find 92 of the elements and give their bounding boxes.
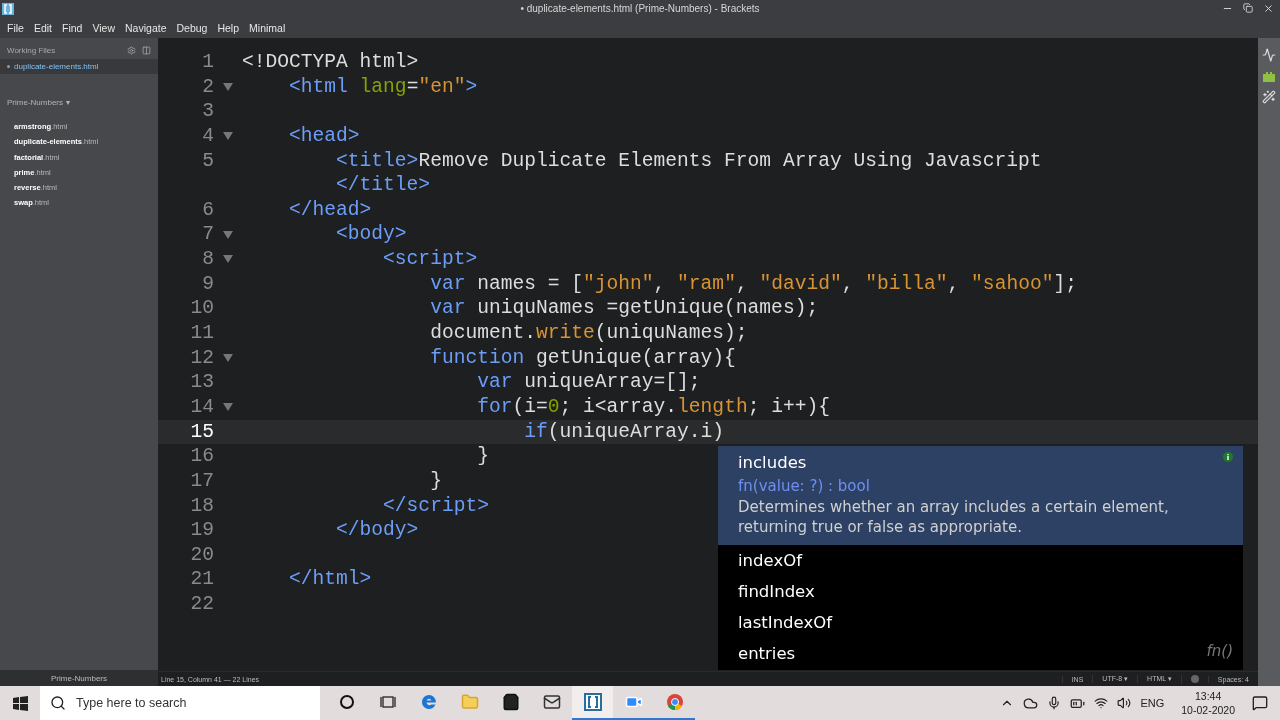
line-number: 15 — [189, 419, 214, 445]
app-logo-icon — [2, 2, 14, 15]
windows-start-icon[interactable] — [12, 695, 28, 711]
line-number: 7 — [201, 222, 214, 248]
line-number: 11 — [189, 321, 214, 346]
fold-triangle-icon[interactable] — [223, 132, 233, 141]
code-line: <!DOCTYPA html> — [242, 50, 419, 75]
menu-item[interactable]: Debug — [171, 21, 213, 34]
notification-icon[interactable] — [1252, 695, 1268, 711]
code-line: </head> — [288, 197, 372, 223]
code-line: <html lang="en"> — [288, 74, 478, 100]
caret-icon[interactable]: ▾ — [66, 98, 70, 107]
code-line: for(i=0; i<array.length; i++){ — [476, 394, 830, 420]
fold-triangle-icon[interactable] — [223, 354, 233, 362]
fold-triangle-icon[interactable] — [223, 255, 233, 264]
line-number: 9 — [201, 271, 214, 297]
code-line: var uniqueArray=[]; — [476, 370, 701, 395]
window-title: • duplicate-elements.html (Prime-Numbers) - Brackets — [520, 3, 760, 14]
line-number: 6 — [201, 197, 214, 223]
close-icon[interactable] — [1263, 3, 1274, 14]
info-icon — [1223, 452, 1233, 462]
project-name: Prime-Numbers — [51, 673, 107, 683]
linter-status-icon — [1190, 674, 1199, 683]
line-number: 19 — [189, 518, 214, 543]
brackets-logo-icon[interactable] — [583, 693, 602, 711]
wifi-icon[interactable] — [1094, 696, 1109, 710]
taskbar-search-field[interactable]: Type here to search — [40, 686, 320, 720]
settings-icon[interactable] — [127, 46, 136, 55]
clock-date[interactable]: 10-02-2020 — [1181, 703, 1235, 717]
code-line: </title> — [335, 173, 431, 198]
language-indicator[interactable]: ENG — [1140, 697, 1165, 709]
cortana-circle-icon[interactable] — [338, 694, 355, 710]
line-number: 20 — [189, 542, 214, 568]
code-line: if(uniqueArray.i) — [523, 419, 725, 445]
browser-circle-icon[interactable] — [665, 693, 684, 711]
line-number: 22 — [189, 592, 214, 617]
code-line: <title>Remove Duplicate Elements From Array Using Javascript — [335, 148, 1042, 174]
menu-item[interactable]: Minimal — [244, 21, 291, 34]
line-number: 14 — [189, 394, 214, 420]
code-line: var uniquNames =getUnique(names); — [429, 296, 819, 322]
line-number: 12 — [189, 345, 214, 371]
split-view-icon[interactable] — [142, 46, 151, 55]
line-number: 3 — [201, 99, 214, 124]
shopping-bag-icon[interactable] — [501, 693, 520, 711]
project-title[interactable]: Prime-Numbers — [7, 98, 63, 107]
line-number: 18 — [189, 493, 214, 519]
clock-time[interactable]: 13:44 — [1195, 689, 1222, 703]
line-number: 16 — [189, 444, 214, 469]
code-line: </script> — [382, 493, 489, 519]
section-title: Working Files — [7, 46, 56, 55]
code-line: document.write(uniquNames); — [429, 321, 748, 346]
type-hint: fn() — [1206, 642, 1233, 660]
magic-wand-icon[interactable] — [1262, 90, 1276, 104]
mail-icon[interactable] — [542, 693, 561, 711]
code-line: var names = ["john", "ram", "david", "billa", "sahoo"]; — [429, 271, 1077, 297]
menu-item[interactable]: Help — [212, 21, 245, 34]
code-line: } — [429, 468, 442, 494]
restore-icon[interactable] — [1243, 3, 1253, 13]
cloud-icon[interactable] — [1023, 695, 1039, 711]
fold-triangle-icon[interactable] — [223, 403, 233, 412]
line-number: 1 — [201, 50, 214, 75]
task-view-icon[interactable] — [379, 695, 396, 709]
menu-item[interactable]: Find — [57, 21, 88, 34]
fold-triangle-icon[interactable] — [223, 230, 233, 239]
code-line: </html> — [288, 567, 372, 593]
fold-triangle-icon[interactable] — [223, 82, 233, 91]
line-number: 17 — [189, 468, 214, 494]
menu-item[interactable]: Navigate — [120, 21, 172, 34]
line-number: 8 — [201, 247, 214, 272]
search-icon — [50, 695, 66, 711]
menu-item[interactable]: File — [2, 21, 29, 34]
volume-icon[interactable] — [1117, 696, 1132, 710]
code-line: <script> — [382, 247, 478, 272]
working-file[interactable]: duplicate-elements.html — [0, 59, 158, 74]
line-number: 5 — [201, 148, 214, 174]
menu-item[interactable]: Edit — [28, 21, 57, 34]
code-line: function getUnique(array){ — [429, 345, 736, 371]
code-line: </body> — [335, 518, 419, 543]
microphone-icon[interactable] — [1047, 696, 1062, 710]
line-number: 2 — [201, 74, 214, 100]
code-line: } — [476, 444, 489, 469]
menu-item[interactable]: View — [87, 21, 121, 34]
line-number: 13 — [189, 370, 214, 395]
line-number: 10 — [189, 296, 214, 322]
line-number: 21 — [189, 567, 214, 593]
browser-e-icon[interactable] — [419, 693, 438, 711]
code-line: <body> — [335, 222, 407, 248]
code-line: <head> — [288, 123, 360, 149]
live-preview-icon[interactable] — [1262, 48, 1276, 62]
hint-item[interactable]: includes fn(value: ?) : bool Determines whether an array includes a certain element, returning true or false as appropriate. — [718, 446, 1243, 545]
line-number: 4 — [201, 123, 214, 149]
extensions-icon[interactable] — [1262, 70, 1276, 82]
